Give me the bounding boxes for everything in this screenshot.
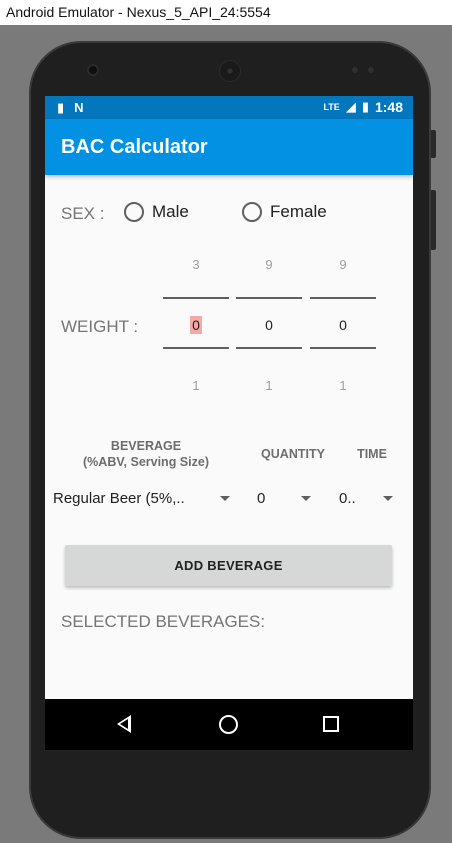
radio-male[interactable]: Male (124, 202, 189, 222)
picker-next-value[interactable]: 1 (310, 378, 376, 393)
dropdown-arrow-icon (220, 496, 230, 501)
battery-icon: ▮ (361, 99, 369, 114)
sex-label: SEX : (61, 204, 105, 223)
status-bar: ▮ N LTE ◢ ▮ 1:48 (45, 96, 413, 119)
signal-lte-icon: LTE (323, 102, 340, 112)
weight-label: WEIGHT : (61, 317, 139, 336)
home-icon[interactable] (219, 715, 238, 734)
status-time: 1:48 (374, 99, 403, 115)
signal-strength-icon: ◢ (345, 99, 356, 114)
picker-current-value[interactable]: 0 (310, 317, 376, 333)
beverage-spinner-value: Regular Beer (5%,.. (53, 490, 185, 507)
picker-current-value[interactable]: 0 (236, 317, 302, 333)
picker-divider (163, 297, 229, 299)
picker-divider (310, 347, 376, 349)
proximity-sensor-icon (352, 67, 358, 73)
device-screen: ▮ N LTE ◢ ▮ 1:48 BAC Calculator SEX : Ma… (45, 96, 413, 750)
picker-divider (236, 297, 302, 299)
radio-female[interactable]: Female (242, 202, 327, 222)
add-beverage-button[interactable]: ADD BEVERAGE (65, 545, 392, 586)
quantity-column-header: QUANTITY (261, 447, 325, 461)
time-spinner[interactable]: 0.. (339, 490, 393, 507)
picker-next-value[interactable]: 1 (236, 378, 302, 393)
beverage-column-header: BEVERAGE (%ABV, Serving Size) (83, 439, 209, 469)
picker-prev-value[interactable]: 3 (163, 257, 229, 272)
beverage-spinner[interactable]: Regular Beer (5%,.. (53, 490, 233, 507)
navigation-bar (45, 699, 413, 750)
dropdown-arrow-icon (383, 496, 393, 501)
quantity-spinner-value: 0 (257, 490, 266, 507)
radio-unchecked-icon (242, 202, 262, 222)
dropdown-arrow-icon (301, 496, 311, 501)
sd-card-icon: ▮ (57, 100, 65, 115)
picker-divider (163, 347, 229, 349)
earpiece-speaker-icon (219, 60, 241, 82)
quantity-spinner[interactable]: 0 (257, 490, 317, 507)
time-spinner-value: 0.. (339, 490, 356, 507)
front-camera-icon (87, 64, 99, 76)
n-notification-icon: N (74, 100, 84, 115)
recent-apps-icon[interactable] (323, 716, 339, 732)
picker-prev-value[interactable]: 9 (236, 257, 302, 272)
emulator-window-title: Android Emulator - Nexus_5_API_24:5554 (0, 0, 452, 25)
radio-label: Female (270, 202, 327, 221)
selected-beverages-label: SELECTED BEVERAGES: (61, 612, 266, 631)
light-sensor-icon (368, 67, 374, 73)
picker-next-value[interactable]: 1 (163, 378, 229, 393)
radio-label: Male (152, 202, 189, 221)
picker-prev-value[interactable]: 9 (310, 257, 376, 272)
radio-unchecked-icon (124, 202, 144, 222)
picker-divider (310, 297, 376, 299)
picker-current-value[interactable]: 0 (163, 316, 229, 334)
picker-divider (236, 347, 302, 349)
app-title: BAC Calculator (45, 119, 413, 175)
time-column-header: TIME (357, 447, 387, 461)
back-icon[interactable] (117, 715, 131, 733)
